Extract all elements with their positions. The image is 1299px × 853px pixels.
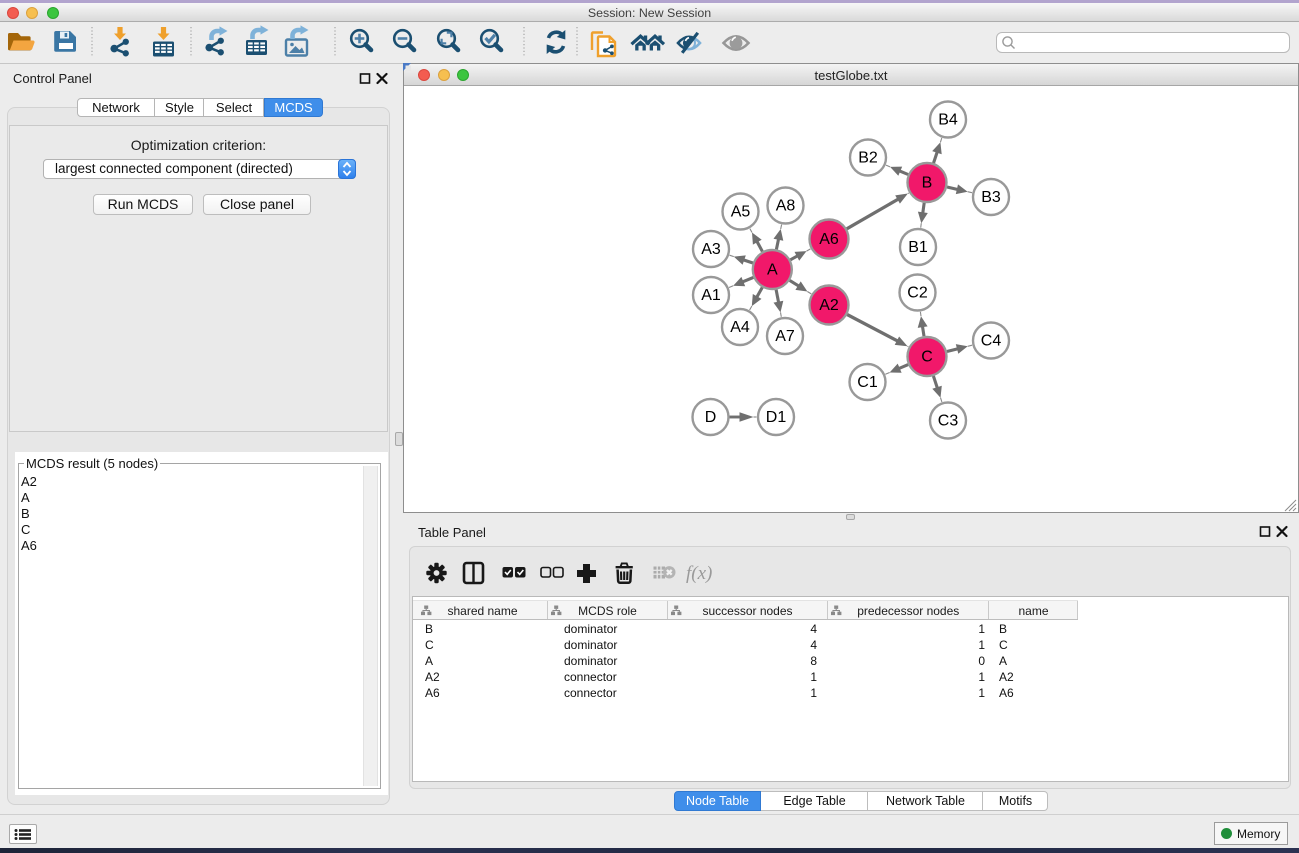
svg-text:B4: B4 — [938, 112, 958, 129]
svg-text:B: B — [922, 175, 933, 192]
svg-text:B3: B3 — [981, 189, 1001, 206]
svg-text:D1: D1 — [766, 409, 787, 426]
svg-text:C: C — [921, 349, 933, 366]
svg-text:A5: A5 — [731, 204, 751, 221]
svg-text:A4: A4 — [730, 319, 750, 336]
svg-text:A1: A1 — [701, 287, 721, 304]
svg-text:f(x): f(x) — [686, 563, 712, 584]
svg-text:C2: C2 — [907, 285, 928, 302]
svg-text:C1: C1 — [857, 374, 878, 391]
svg-text:C4: C4 — [981, 333, 1002, 350]
svg-text:B2: B2 — [858, 150, 878, 167]
svg-text:A6: A6 — [819, 231, 839, 248]
svg-text:A2: A2 — [819, 297, 839, 314]
svg-text:A: A — [767, 262, 778, 279]
svg-text:D: D — [705, 409, 717, 426]
svg-text:A3: A3 — [701, 241, 721, 258]
svg-text:A7: A7 — [775, 328, 795, 345]
svg-text:B1: B1 — [908, 239, 928, 256]
svg-text:A8: A8 — [776, 198, 796, 215]
svg-text:C3: C3 — [938, 413, 959, 430]
